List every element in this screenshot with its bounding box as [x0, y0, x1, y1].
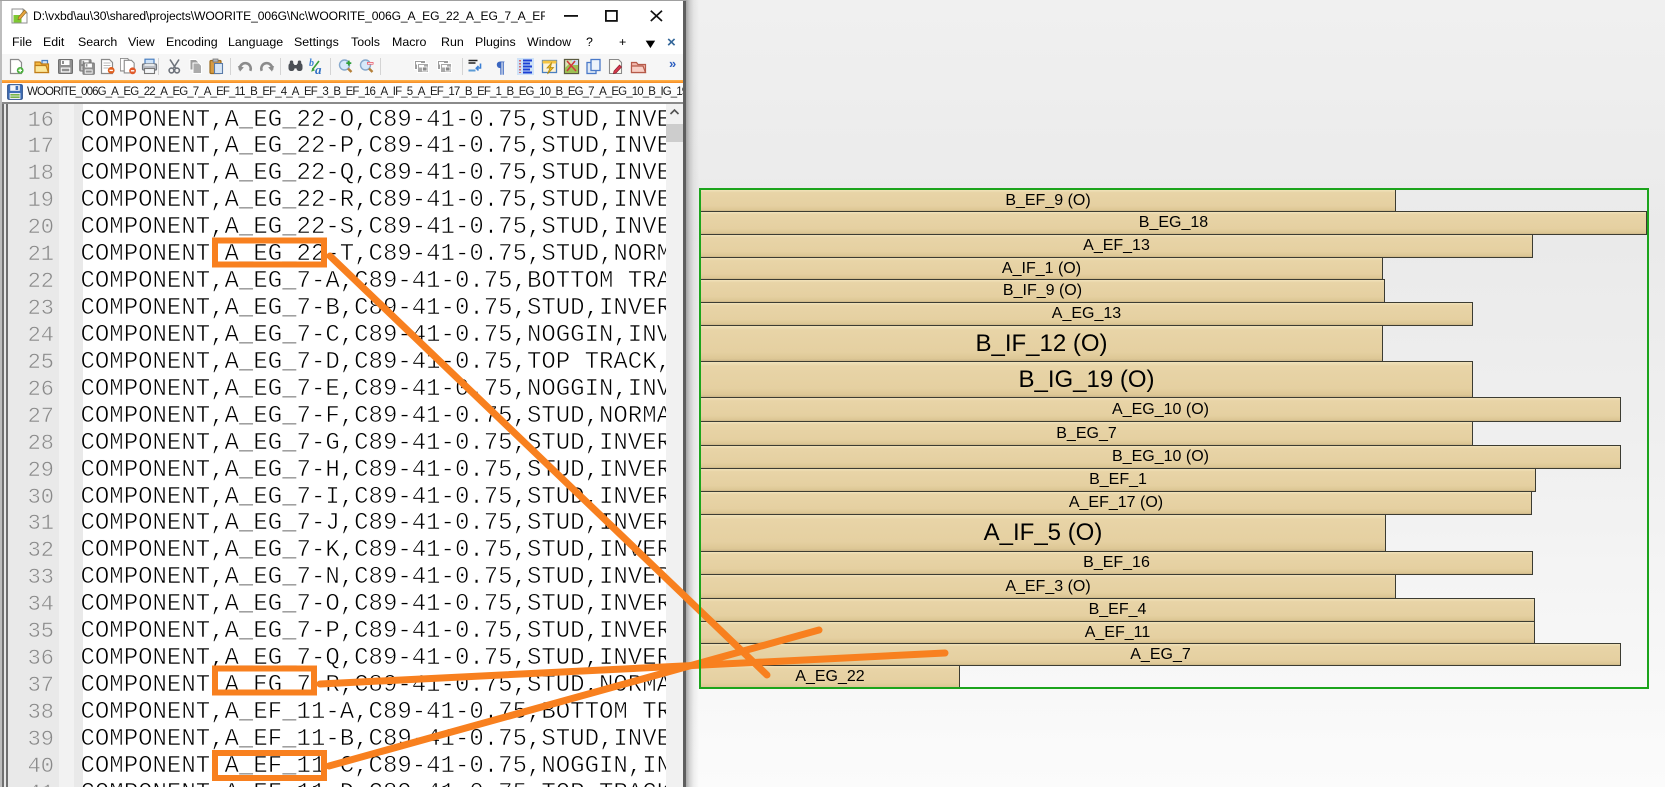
svg-text:¶: ¶: [496, 58, 505, 75]
